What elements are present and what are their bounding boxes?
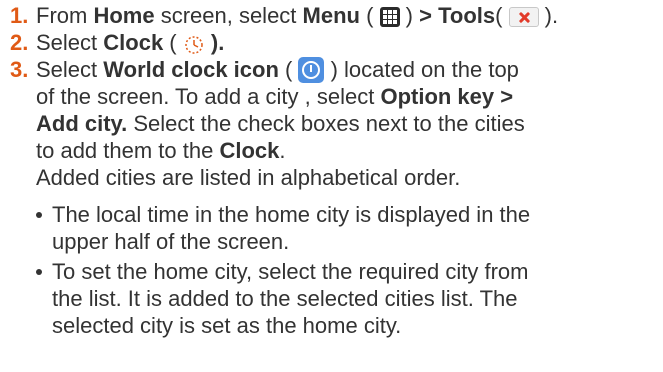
step-2: 2. Select Clock ( ). — [10, 29, 660, 56]
step-text: ) — [399, 3, 420, 28]
step-text: From — [36, 3, 94, 28]
step-text: ( — [278, 57, 299, 82]
note-text: upper half of the screen. — [52, 229, 290, 254]
instruction-document: 1. From Home screen, select Menu ( ) > T… — [10, 0, 660, 342]
step-text: Select the check boxes next to the citie… — [127, 111, 525, 136]
menu-grid-icon — [379, 7, 400, 27]
home-term: Home — [93, 3, 155, 28]
step-text: ( — [359, 3, 380, 28]
world-clock-icon — [298, 57, 325, 83]
step-text: ( — [495, 3, 509, 28]
step-text: ). — [204, 30, 225, 55]
note-text: The local time in the home city is displ… — [52, 202, 531, 227]
step-3-line-1: Select World clock icon ( ) located on t… — [36, 56, 660, 83]
alarm-clock-icon — [185, 36, 203, 54]
note-text: the list. It is added to the selected ci… — [52, 286, 518, 311]
step-text: of the screen. To add a city , select — [36, 84, 381, 109]
notes-list: The local time in the home city is displ… — [10, 201, 660, 339]
step-1-line: From Home screen, select Menu ( ) > Tool… — [36, 2, 660, 29]
step-text: Select — [36, 30, 104, 55]
add-city-term: Add city. — [36, 111, 128, 136]
step-text: ) located on the top — [324, 57, 519, 82]
menu-term: Menu — [302, 3, 360, 28]
list-item: The local time in the home city is displ… — [36, 201, 660, 255]
note-text: To set the home city, select the require… — [52, 259, 529, 284]
step-text: . — [279, 138, 286, 163]
step-3-line-4: to add them to the Clock. — [36, 137, 660, 164]
clock-term: Clock — [103, 30, 164, 55]
step-number: 3. — [10, 57, 29, 82]
step-2-line: Select Clock ( ). — [36, 29, 660, 56]
step-text: ( — [163, 30, 183, 55]
tools-term: > Tools — [419, 3, 496, 28]
step-3-line-5: Added cities are listed in alphabetical … — [36, 164, 660, 191]
clock-term: Clock — [219, 138, 280, 163]
note-text: selected city is set as the home city. — [52, 313, 402, 338]
tools-icon — [508, 7, 539, 27]
step-text: ). — [538, 3, 559, 28]
step-text: Select — [36, 57, 104, 82]
step-number: 2. — [10, 30, 29, 55]
step-text: Added cities are listed in alphabetical … — [36, 165, 461, 190]
step-number: 1. — [10, 3, 29, 28]
list-item: To set the home city, select the require… — [36, 258, 660, 339]
step-3-line-2: of the screen. To add a city , select Op… — [36, 83, 660, 110]
step-3: 3. Select World clock icon ( ) located o… — [10, 56, 660, 191]
step-text: screen, select — [154, 3, 303, 28]
world-clock-term: World clock icon — [103, 57, 279, 82]
option-key-term: Option key > — [380, 84, 514, 109]
step-3-line-3: Add city. Select the check boxes next to… — [36, 110, 660, 137]
step-1: 1. From Home screen, select Menu ( ) > T… — [10, 2, 660, 29]
step-text: to add them to the — [36, 138, 220, 163]
